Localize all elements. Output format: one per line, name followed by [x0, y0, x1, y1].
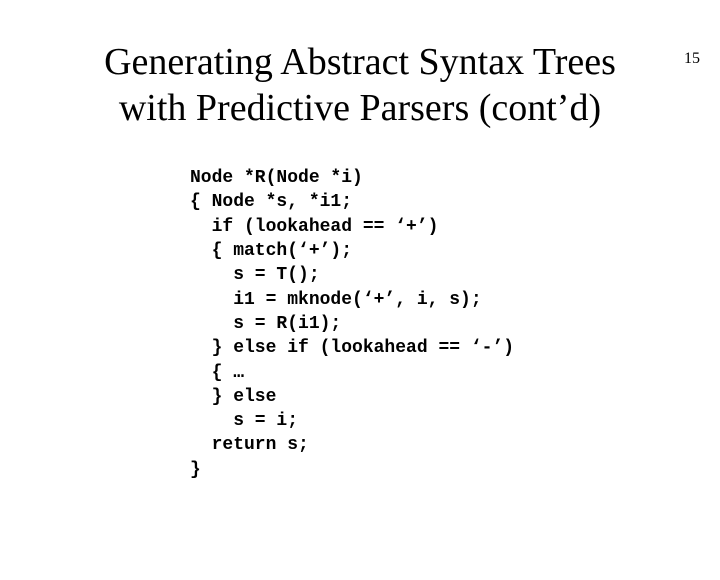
code-line: return s; [190, 435, 309, 455]
code-line: { … [190, 363, 244, 383]
code-line: } else if (lookahead == ‘-’) [190, 338, 514, 358]
code-line: { match(‘+’); [190, 241, 352, 261]
code-line: } else [190, 387, 276, 407]
code-line: s = R(i1); [190, 314, 341, 334]
code-line: Node *R(Node *i) [190, 168, 363, 188]
slide-title: Generating Abstract Syntax Trees with Pr… [0, 40, 720, 131]
code-block: Node *R(Node *i) { Node *s, *i1; if (loo… [190, 166, 720, 482]
title-line-1: Generating Abstract Syntax Trees [104, 41, 616, 83]
code-line: s = T(); [190, 265, 320, 285]
code-line: { Node *s, *i1; [190, 192, 352, 212]
code-line: if (lookahead == ‘+’) [190, 217, 438, 237]
code-line: i1 = mknode(‘+’, i, s); [190, 290, 482, 310]
code-line: s = i; [190, 411, 298, 431]
page-number: 15 [684, 50, 700, 68]
code-line: } [190, 460, 201, 480]
title-line-2: with Predictive Parsers (cont’d) [119, 87, 601, 129]
